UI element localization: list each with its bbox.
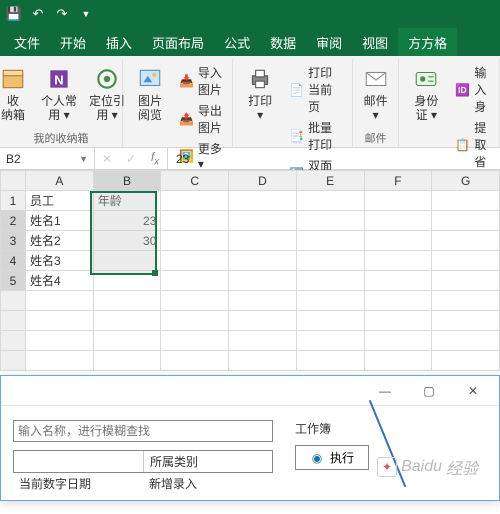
undo-icon[interactable]: ↶: [30, 6, 46, 22]
list-header: 所属类别: [13, 450, 273, 473]
mail-button[interactable]: 邮件 ▾: [355, 61, 397, 125]
group-label-storage: 我的收纳箱: [6, 128, 116, 147]
target-icon: [91, 64, 123, 94]
maximize-button[interactable]: ▢: [407, 377, 451, 405]
mail-icon: [360, 64, 392, 94]
title-bar: 💾 ↶ ↷ ▼: [0, 0, 500, 28]
cell[interactable]: [93, 251, 161, 271]
cell[interactable]: 姓名1: [26, 211, 94, 231]
cell[interactable]: 30: [93, 231, 161, 251]
id-input-button[interactable]: 🆔输入身: [451, 63, 493, 116]
onenote-icon: N: [43, 64, 75, 94]
execute-button[interactable]: ◉ 执行: [295, 445, 369, 470]
tab-extra[interactable]: 方方格: [398, 28, 457, 56]
col-header-c[interactable]: C: [161, 171, 229, 191]
workbook-label: 工作簿: [295, 420, 369, 437]
svg-text:N: N: [54, 72, 63, 87]
row-header-3[interactable]: 3: [1, 231, 26, 251]
export-image-button[interactable]: 📤导出图片: [175, 101, 226, 137]
menu-bar: 文件 开始 插入 页面布局 公式 数据 审阅 视图 方方格: [0, 28, 500, 56]
cell[interactable]: 姓名4: [26, 271, 94, 291]
tab-file[interactable]: 文件: [4, 28, 50, 56]
batch-icon: 📑: [289, 128, 304, 144]
tab-review[interactable]: 审阅: [306, 28, 352, 56]
export-icon: 📤: [179, 111, 194, 127]
fx-button[interactable]: fx: [143, 148, 167, 169]
import-image-button[interactable]: 📥导入图片: [175, 63, 226, 99]
col-header-d[interactable]: D: [229, 171, 297, 191]
page-icon: 📄: [289, 82, 304, 98]
cell[interactable]: 员工: [26, 191, 94, 211]
row-header-4[interactable]: 4: [1, 251, 26, 271]
save-icon[interactable]: 💾: [6, 6, 22, 22]
print-current-button[interactable]: 📄打印当前页: [285, 63, 346, 116]
list-item[interactable]: 当前数字日期: [19, 475, 149, 492]
col-header-e[interactable]: E: [296, 171, 364, 191]
tab-insert[interactable]: 插入: [96, 28, 142, 56]
image-icon: [134, 64, 166, 94]
row-header-5[interactable]: 5: [1, 271, 26, 291]
chevron-down-icon: ▼: [79, 154, 88, 164]
list-item[interactable]: 新增录入: [149, 475, 197, 492]
personal-button[interactable]: N 个人常 用 ▾: [36, 61, 82, 125]
run-icon: ◉: [310, 451, 324, 465]
tab-formula[interactable]: 公式: [214, 28, 260, 56]
col-header-a[interactable]: A: [26, 171, 94, 191]
name-box[interactable]: B2 ▼: [0, 148, 95, 169]
tab-layout[interactable]: 页面布局: [142, 28, 214, 56]
formula-bar-row: B2 ▼ ✕ ✓ fx 23: [0, 148, 500, 170]
minimize-button[interactable]: —: [363, 377, 407, 405]
import-icon: 📥: [179, 73, 194, 89]
close-button[interactable]: ✕: [451, 377, 495, 405]
row-header-1[interactable]: 1: [1, 191, 26, 211]
formula-bar[interactable]: 23: [168, 148, 500, 169]
col-header-f[interactable]: F: [364, 171, 432, 191]
tab-data[interactable]: 数据: [260, 28, 306, 56]
cell[interactable]: 23: [93, 211, 161, 231]
ribbon: 收 纳箱 N 个人常 用 ▾ 定位引 用 ▾ 我的收纳箱 图片 阅览 📥导入图片…: [0, 56, 500, 148]
tab-home[interactable]: 开始: [50, 28, 96, 56]
search-input[interactable]: [13, 420, 273, 442]
col-header-b[interactable]: B: [93, 171, 161, 191]
cell[interactable]: 年龄: [93, 191, 161, 211]
cell[interactable]: 姓名3: [26, 251, 94, 271]
cancel-fx-button[interactable]: ✕: [95, 148, 119, 169]
printer-icon: [244, 64, 276, 94]
dropdown-icon[interactable]: ▼: [78, 6, 94, 22]
box-icon: [0, 64, 29, 94]
group-label-mail: 邮件: [359, 128, 392, 147]
tab-view[interactable]: 视图: [352, 28, 398, 56]
dialog-window: — ▢ ✕ 所属类别 当前数字日期 新增录入 工作簿 ◉ 执行: [0, 375, 500, 501]
row-header-2[interactable]: 2: [1, 211, 26, 231]
redo-icon[interactable]: ↷: [54, 6, 70, 22]
id-icon: [410, 64, 442, 94]
select-all-corner[interactable]: [1, 171, 26, 191]
spreadsheet-grid[interactable]: A B C D E F G 1员工年龄 2姓名123 3姓名230 4姓名3 5…: [0, 170, 500, 371]
col-header-g[interactable]: G: [432, 171, 500, 191]
storage-button[interactable]: 收 纳箱: [0, 61, 34, 125]
confirm-fx-button[interactable]: ✓: [119, 148, 143, 169]
col-category: 所属类别: [144, 451, 204, 472]
cell[interactable]: 姓名2: [26, 231, 94, 251]
cell[interactable]: [93, 271, 161, 291]
